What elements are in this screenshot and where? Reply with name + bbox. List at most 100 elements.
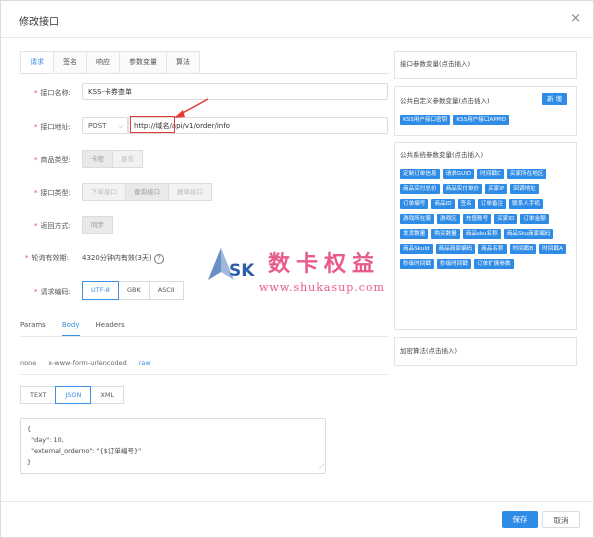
interface-params-panel: 接口参数变量(点击插入)	[394, 51, 577, 79]
param-chip[interactable]: 游戏所在服	[400, 214, 434, 224]
param-chip[interactable]: 订单备注	[477, 199, 507, 209]
callback-label: * 返回方式:	[34, 222, 71, 230]
code-line: {	[27, 425, 32, 433]
param-chip[interactable]: 签名	[457, 199, 475, 209]
url-domain-highlight	[130, 116, 175, 133]
body-type-urlencoded[interactable]: x-www-form-urlencoded	[48, 359, 127, 367]
body-type-raw[interactable]: raw	[139, 359, 151, 367]
param-chip[interactable]: 时间戳B	[509, 244, 537, 254]
param-chip[interactable]: 订单编号	[400, 199, 429, 209]
interface-type-group: 下单接口 查询接口 报单接口	[82, 183, 212, 201]
tab-response[interactable]: 响应	[86, 51, 120, 73]
param-chip[interactable]: 订单金额	[520, 214, 549, 224]
subtab-params[interactable]: Params	[20, 321, 46, 337]
param-chip[interactable]: 秒级时间戳	[400, 259, 434, 269]
param-chip[interactable]: 请求GUID	[442, 169, 475, 179]
param-chip[interactable]: 商品实付单价	[442, 184, 483, 194]
body-type-group: none x-www-form-urlencoded raw	[20, 359, 163, 367]
product-type-direct[interactable]: 直充	[112, 150, 143, 168]
watermark-title: 数卡权益	[268, 251, 381, 277]
body-type-none[interactable]: none	[20, 359, 36, 367]
method-select[interactable]: POST ⌵	[82, 117, 128, 134]
param-chip[interactable]: 商品名称	[478, 244, 507, 254]
encoding-label: * 请求编码:	[34, 288, 71, 296]
callback-sync[interactable]: 同步	[82, 216, 113, 234]
annotation-arrow-icon	[174, 98, 209, 118]
product-type-group: 卡密 直充	[82, 150, 143, 168]
param-chip[interactable]: 订单扩展参数	[473, 259, 514, 269]
format-json[interactable]: JSON	[55, 386, 92, 404]
param-chip[interactable]: 商品SkuId	[400, 244, 433, 254]
tab-algorithm[interactable]: 算法	[166, 51, 200, 73]
param-chip[interactable]: 发货数量	[400, 229, 429, 239]
param-chip[interactable]: KSS用户接口密钥	[400, 115, 451, 125]
body-editor[interactable]: { "day": 10, "external_orderno": "{$订单编号…	[20, 418, 326, 474]
param-chip[interactable]: 回调地址	[510, 184, 539, 194]
product-type-card[interactable]: 卡密	[82, 150, 113, 168]
param-chip[interactable]: 买家IP	[485, 184, 508, 194]
param-chip[interactable]: 商品Sku商家编码	[503, 229, 554, 239]
chevron-down-icon: ⌵	[117, 122, 123, 130]
panel-title: 公共自定义参数变量(点击插入)	[400, 97, 490, 105]
encoding-gbk[interactable]: GBK	[117, 281, 150, 300]
watermark-logo-text: SK	[229, 261, 255, 281]
param-chip[interactable]: 时间戳C	[477, 169, 504, 179]
raw-format-group: TEXT JSON XML	[20, 386, 125, 404]
url-label: * 接口地址:	[34, 123, 71, 131]
dialog-title: 修改接口	[19, 17, 59, 28]
param-chip[interactable]: 商品ID	[431, 199, 455, 209]
param-chip[interactable]: 商品实付总价	[400, 184, 440, 194]
panel-title: 接口参数变量(点击插入)	[400, 60, 471, 68]
body-type-divider	[20, 374, 389, 375]
format-xml[interactable]: XML	[90, 386, 125, 404]
callback-group: 同步	[82, 216, 113, 234]
tab-request[interactable]: 请求	[20, 51, 54, 74]
tab-signature[interactable]: 签名	[53, 51, 87, 73]
param-chip[interactable]: 充值账号	[462, 214, 492, 224]
header-divider	[1, 37, 593, 38]
subtab-body[interactable]: Body	[61, 321, 80, 337]
param-chip[interactable]: 时间戳A	[539, 244, 566, 254]
edit-interface-dialog: 修改接口 × 请求 签名 响应 参数变量 算法 * 接口名称: KSS-卡券查单 …	[0, 0, 594, 538]
param-chip[interactable]: 商品sku名称	[462, 229, 501, 239]
encoding-ascii[interactable]: ASCII	[148, 281, 184, 300]
encoding-group: UTF-8 GBK ASCII	[82, 281, 184, 300]
resize-handle-icon[interactable]: ⟋	[319, 462, 324, 473]
format-text[interactable]: TEXT	[20, 386, 57, 404]
param-chip[interactable]: 购买数量	[431, 229, 460, 239]
system-params-panel: 公共系统参数变量(点击插入) 定制订单信息 请求GUID 时间戳C 买家所在地区商品实…	[394, 142, 577, 330]
panel-title: 公共系统参数变量(点击插入)	[400, 151, 484, 159]
footer-divider	[1, 501, 593, 502]
param-chip[interactable]: 买家所在地区	[506, 169, 547, 179]
interface-name-input[interactable]: KSS-卡券查单	[82, 83, 388, 100]
param-chip[interactable]: 联系人手机	[509, 199, 544, 209]
param-chip[interactable]: KSS用户接口APPID	[453, 115, 510, 125]
param-chip[interactable]: 商品商家编码	[435, 244, 476, 254]
tabs-divider	[20, 73, 389, 74]
subtab-headers[interactable]: Headers	[96, 321, 125, 337]
interface-type-report[interactable]: 报单接口	[168, 183, 212, 201]
close-icon[interactable]: ×	[570, 11, 581, 26]
code-line: "external_orderno": "{$订单编号}"	[27, 447, 142, 455]
interface-type-query[interactable]: 查询接口	[125, 183, 169, 201]
watermark-url: www.shukasup.com	[259, 281, 385, 294]
param-chip[interactable]: 定制订单信息	[400, 169, 440, 179]
system-chips: 定制订单信息 请求GUID 时间戳C 买家所在地区商品实付总价 商品实付单价 买家IP 回调…	[400, 168, 572, 273]
param-chip[interactable]: 秒级时间戳	[436, 259, 471, 269]
save-button[interactable]: 保存	[502, 511, 538, 528]
polling-label: * 轮询有效期:	[25, 254, 69, 262]
cancel-button[interactable]: 取消	[542, 511, 580, 528]
panel-title: 加密算法(点击插入)	[400, 347, 458, 355]
product-type-label: * 商品类型:	[34, 156, 71, 164]
interface-type-order[interactable]: 下单接口	[82, 183, 126, 201]
param-chip[interactable]: 买家ID	[494, 214, 518, 224]
param-chip[interactable]: 游戏区	[436, 214, 460, 224]
encoding-utf8[interactable]: UTF-8	[82, 281, 119, 300]
help-icon[interactable]: ?	[153, 254, 164, 264]
encryption-panel: 加密算法(点击插入)	[394, 337, 577, 366]
custom-chips: KSS用户接口密钥 KSS用户接口APPID	[400, 114, 572, 129]
code-line: "day": 10,	[27, 436, 64, 444]
add-button[interactable]: 新 增	[542, 93, 568, 105]
tab-param-variables[interactable]: 参数变量	[119, 51, 167, 73]
name-label: * 接口名称:	[34, 89, 71, 97]
